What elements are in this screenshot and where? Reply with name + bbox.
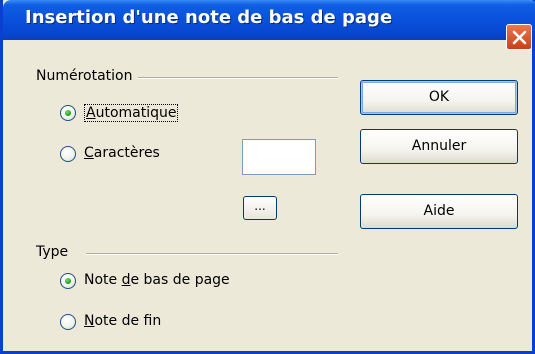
radio-automatique-label[interactable]: Automatique xyxy=(84,104,179,122)
radio-caracteres-label[interactable]: Caractères xyxy=(84,145,160,161)
label-rest: aractères xyxy=(93,145,160,161)
radio-selected-dot xyxy=(65,110,71,116)
label-rest: ote de fin xyxy=(94,313,162,329)
mnemonic-c: C xyxy=(84,145,94,161)
browse-button[interactable]: ... xyxy=(243,196,277,220)
radio-note-de-fin-label[interactable]: Note de fin xyxy=(84,313,161,329)
radio-note-bas-de-page-indicator[interactable] xyxy=(60,273,76,289)
type-group-label: Type xyxy=(36,244,73,260)
ok-button[interactable]: OK xyxy=(360,80,518,115)
numbering-group-divider xyxy=(138,77,338,79)
help-button[interactable]: Aide xyxy=(360,194,518,229)
title-bar[interactable]: Insertion d'une note de bas de page xyxy=(3,0,535,40)
label-rest: utomatique xyxy=(95,105,177,121)
label-prefix: Note xyxy=(84,272,122,288)
mnemonic-a: A xyxy=(86,105,96,121)
cancel-button[interactable]: Annuler xyxy=(360,129,518,164)
close-button[interactable] xyxy=(506,24,532,50)
numbering-group-label: Numérotation xyxy=(36,68,137,84)
label-rest: e bas de page xyxy=(130,272,230,288)
dialog-title: Insertion d'une note de bas de page xyxy=(25,7,393,28)
characters-input[interactable] xyxy=(242,139,316,175)
type-group-divider xyxy=(86,253,338,255)
radio-selected-dot xyxy=(65,278,71,284)
radio-caracteres-indicator[interactable] xyxy=(60,146,76,162)
radio-note-de-fin-indicator[interactable] xyxy=(60,314,76,330)
radio-automatique-indicator[interactable] xyxy=(60,105,76,121)
close-icon xyxy=(512,30,527,45)
dialog-window: Insertion d'une note de bas de page xyxy=(0,0,535,354)
radio-note-bas-de-page-label[interactable]: Note de bas de page xyxy=(84,272,230,288)
mnemonic-n: N xyxy=(84,313,95,329)
